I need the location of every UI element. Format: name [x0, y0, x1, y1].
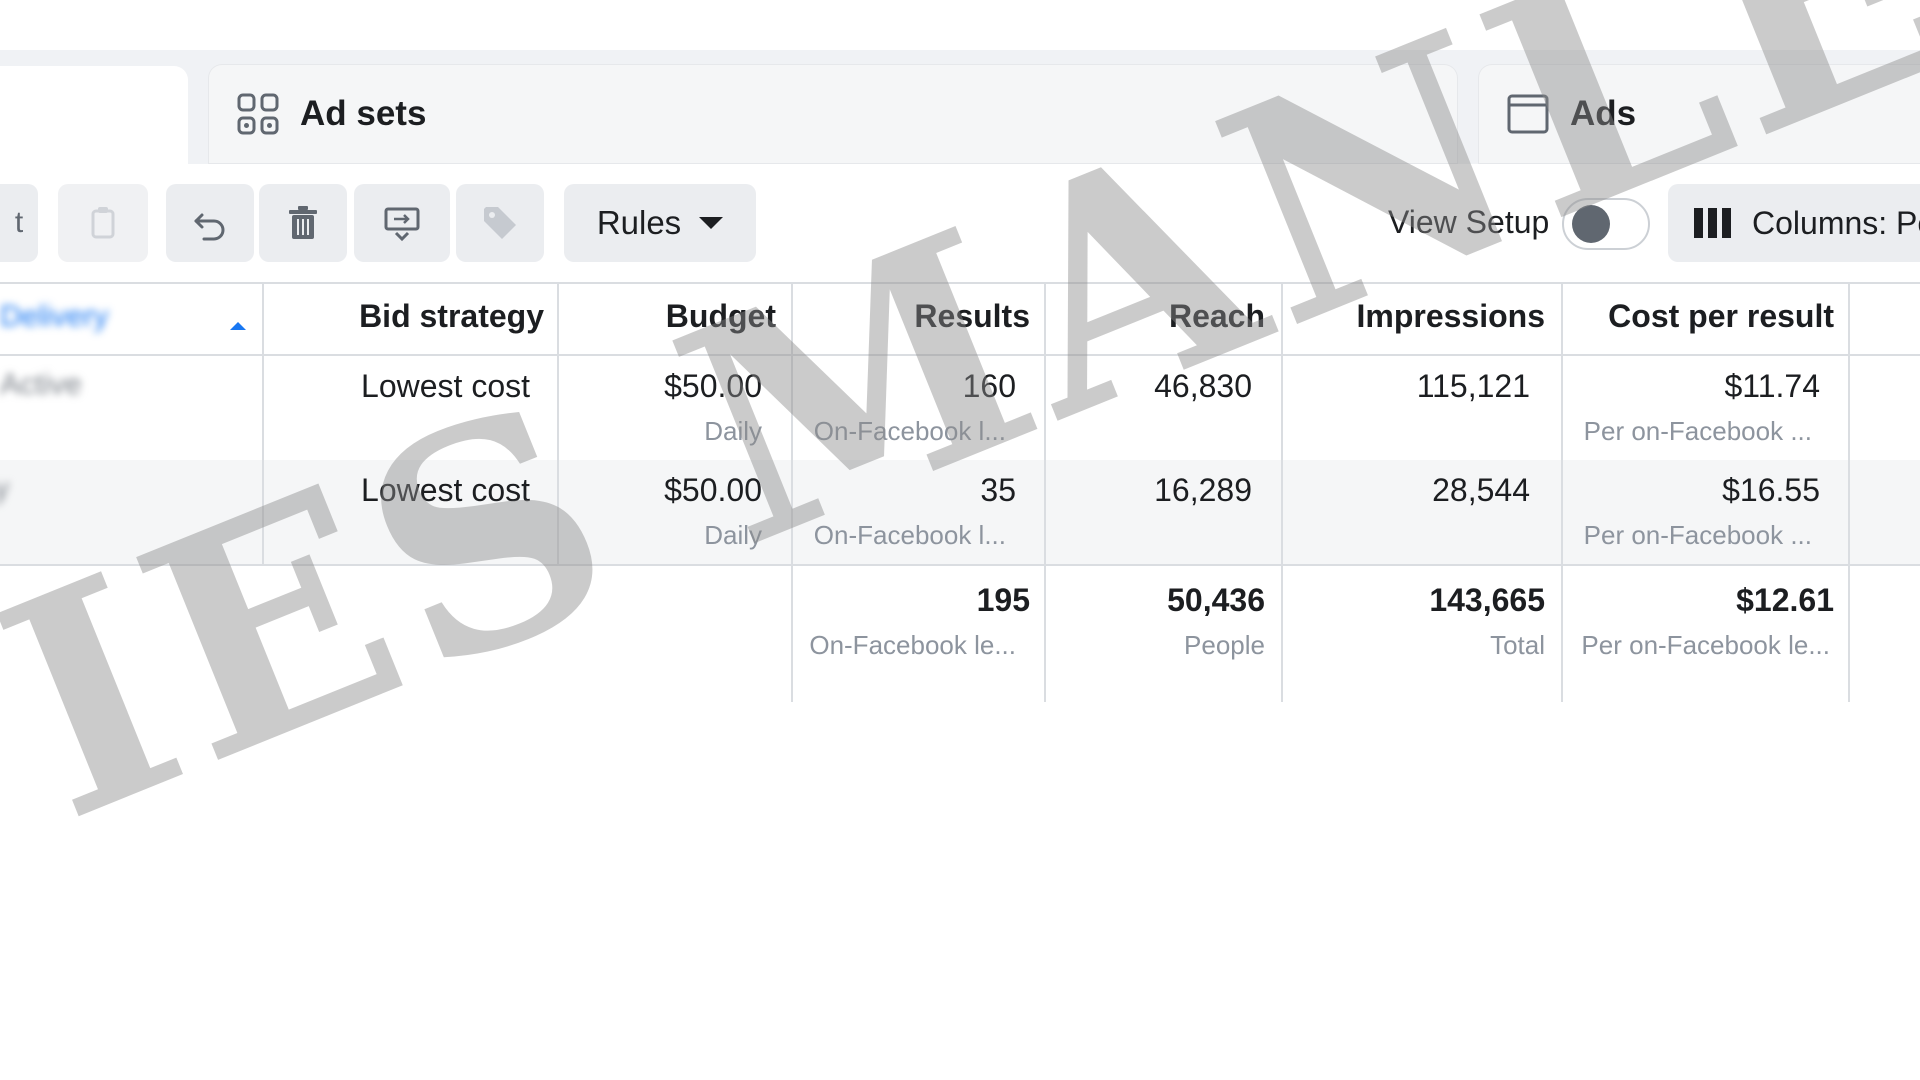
budget-cell: $50.00: [664, 472, 762, 508]
columns-icon: [1694, 208, 1732, 238]
column-header-reach[interactable]: Reach: [1169, 298, 1265, 335]
col-divider: [791, 282, 793, 702]
sort-ascending-icon: [230, 322, 246, 330]
col-divider: [1281, 282, 1283, 702]
reach-cell: 16,289: [1154, 472, 1252, 508]
toggle-knob: [1572, 205, 1610, 243]
total-cost-per-result: $12.61: [1736, 582, 1834, 618]
results-cell: 35: [980, 472, 1016, 508]
budget-sub: Daily: [704, 416, 762, 446]
undo-icon: [194, 213, 225, 241]
edit-button[interactable]: t: [0, 184, 38, 262]
budget-sub: Daily: [704, 520, 762, 550]
column-header-impressions[interactable]: Impressions: [1356, 298, 1545, 335]
bid-strategy-cell: Lowest cost: [361, 472, 530, 508]
totals-divider: [0, 564, 1920, 566]
delete-button[interactable]: [259, 184, 347, 262]
column-header-results[interactable]: Results: [914, 298, 1030, 335]
rules-label: Rules: [596, 204, 682, 241]
total-results: 195: [976, 582, 1030, 618]
tab-ad-sets[interactable]: Ad sets: [208, 64, 1458, 164]
export-icon: [384, 207, 420, 242]
delivery-status: y: [0, 472, 9, 505]
bid-strategy-cell: Lowest cost: [361, 368, 530, 404]
columns-dropdown[interactable]: Columns: Pe: [1668, 184, 1920, 262]
cost-per-result-cell: $16.55: [1722, 472, 1820, 508]
view-setup-label: View Setup: [1388, 204, 1550, 240]
column-header-budget[interactable]: Budget: [666, 298, 776, 335]
tag-icon: [484, 207, 516, 239]
total-impressions: 143,665: [1429, 582, 1545, 618]
impressions-cell: 115,121: [1416, 368, 1530, 404]
tag-button[interactable]: [456, 184, 544, 262]
column-header-cost-per-result[interactable]: Cost per result: [1608, 298, 1834, 335]
total-results-sub: On-Facebook le...: [809, 630, 1016, 660]
results-sub: On-Facebook l...: [813, 520, 1006, 550]
budget-cell: $50.00: [664, 368, 762, 404]
total-cost-per-result-sub: Per on-Facebook le...: [1581, 630, 1830, 660]
reach-cell: 46,830: [1154, 368, 1252, 404]
undo-button[interactable]: [166, 184, 254, 262]
col-divider: [262, 282, 264, 564]
trash-icon: [289, 206, 317, 239]
columns-label: Columns: Pe: [1752, 204, 1920, 241]
ads-window-icon: [1507, 94, 1549, 134]
ad-sets-grid-icon: [237, 93, 279, 135]
total-reach: 50,436: [1167, 582, 1265, 618]
cost-per-result-sub: Per on-Facebook ...: [1583, 416, 1812, 446]
col-divider: [1561, 282, 1563, 702]
cost-per-result-sub: Per on-Facebook ...: [1583, 520, 1812, 550]
col-divider: [1848, 282, 1850, 702]
tab-campaigns[interactable]: [0, 66, 188, 166]
export-button[interactable]: [354, 184, 450, 262]
table-border-top: [0, 282, 1920, 284]
impressions-cell: 28,544: [1432, 472, 1530, 508]
results-cell: 160: [962, 368, 1016, 404]
results-sub: On-Facebook l...: [813, 416, 1006, 446]
chevron-down-icon: [699, 217, 724, 229]
edit-button-fragment: t: [14, 206, 24, 239]
col-divider: [557, 282, 559, 564]
level-tab-bar: Ad sets Ads: [0, 50, 1920, 166]
column-header-delivery[interactable]: Delivery: [0, 300, 108, 334]
col-divider: [1044, 282, 1046, 702]
duplicate-button[interactable]: [58, 184, 148, 262]
column-header-bid-strategy[interactable]: Bid strategy: [359, 298, 544, 335]
delivery-status: Active: [0, 368, 82, 401]
tab-ads-label: Ads: [1570, 94, 1637, 133]
rules-dropdown[interactable]: Rules: [564, 184, 756, 262]
tab-ads[interactable]: Ads: [1478, 64, 1920, 164]
header-divider: [0, 354, 1920, 356]
total-reach-sub: People: [1184, 630, 1265, 660]
campaign-table: Delivery Bid strategy Budget Results Rea…: [0, 282, 1920, 702]
total-impressions-sub: Total: [1490, 630, 1545, 660]
tab-ad-sets-label: Ad sets: [300, 94, 427, 133]
duplicate-icon: [91, 207, 115, 239]
cost-per-result-cell: $11.74: [1724, 368, 1821, 404]
